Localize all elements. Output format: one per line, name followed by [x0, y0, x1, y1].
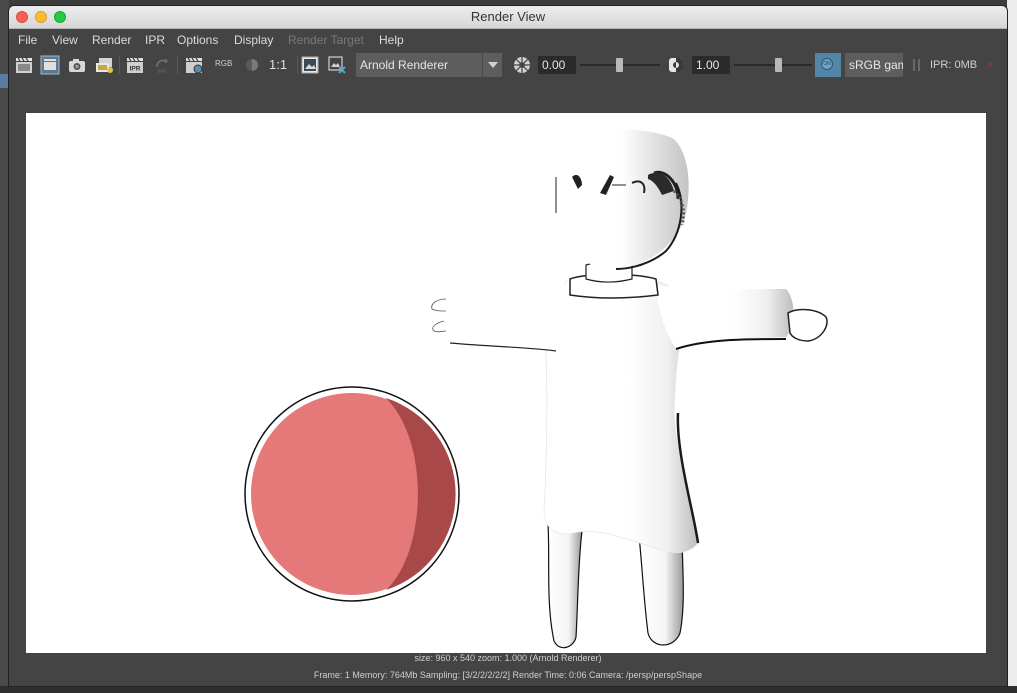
- stop-ipr-icon[interactable]: ✕: [985, 59, 997, 71]
- sphere-object: [244, 386, 460, 602]
- renderer-dropdown-value: Arnold Renderer: [360, 58, 449, 72]
- desktop-selection-accent: [0, 74, 9, 88]
- render-sequence-icon[interactable]: [94, 55, 114, 75]
- gamma-slider-handle[interactable]: [775, 58, 782, 72]
- color-management-icon[interactable]: ON: [815, 53, 841, 77]
- ipr-memory-label: IPR: 0MB: [930, 59, 978, 71]
- gamma-slider-track[interactable]: [734, 64, 812, 66]
- chevron-down-icon[interactable]: [482, 53, 502, 77]
- exposure-slider-handle[interactable]: [616, 58, 623, 72]
- render-toolbar: IPR IPR RGB 1:1 Arnold Renderer 0.00 1.0…: [9, 51, 1007, 79]
- real-size-button[interactable]: 1:1: [269, 57, 287, 72]
- menu-view[interactable]: View: [52, 29, 78, 51]
- desktop-background-right: [1007, 0, 1017, 693]
- character-figure: [431, 129, 828, 649]
- alpha-channel-icon[interactable]: [242, 55, 262, 75]
- exposure-icon[interactable]: [512, 55, 532, 75]
- render-stats-status: Frame: 1 Memory: 764Mb Sampling: [3/2/2/…: [313, 670, 703, 680]
- pause-ipr-icon[interactable]: [913, 59, 921, 71]
- title-bar[interactable]: Render View: [9, 6, 1007, 29]
- refresh-ipr-icon[interactable]: IPR: [152, 55, 172, 75]
- svg-text:IPR: IPR: [130, 66, 141, 73]
- toolbar-separator: [297, 56, 298, 74]
- rendered-image: [26, 113, 986, 653]
- menu-display[interactable]: Display: [234, 29, 273, 51]
- toolbar-separator: [177, 56, 178, 74]
- gamma-field[interactable]: 1.00: [692, 56, 730, 74]
- svg-text:IPR: IPR: [158, 69, 167, 75]
- snapshot-icon[interactable]: [67, 55, 87, 75]
- renderer-dropdown[interactable]: Arnold Renderer: [356, 53, 502, 77]
- desktop-background-bottom: [0, 686, 1017, 693]
- menu-ipr[interactable]: IPR: [145, 29, 165, 51]
- menu-file[interactable]: File: [18, 29, 37, 51]
- menu-render[interactable]: Render: [92, 29, 131, 51]
- view-transform-dropdown[interactable]: sRGB gamma: [845, 53, 903, 77]
- menu-options[interactable]: Options: [177, 29, 218, 51]
- ipr-render-icon[interactable]: IPR: [125, 55, 145, 75]
- toolbar-separator: [119, 56, 120, 74]
- render-region-icon[interactable]: [184, 55, 204, 75]
- render-frame-icon[interactable]: [14, 55, 34, 75]
- window-title: Render View: [470, 9, 546, 24]
- keep-image-icon[interactable]: [300, 55, 320, 75]
- color-management-on-indicator: ON: [821, 58, 833, 70]
- menu-help[interactable]: Help: [379, 29, 404, 51]
- render-viewport[interactable]: [9, 80, 1007, 653]
- image-info-status: size: 960 x 540 zoom: 1.000 (Arnold Rend…: [414, 653, 602, 663]
- menu-bar: File View Render IPR Options Display Ren…: [9, 29, 1007, 51]
- redo-render-icon[interactable]: [40, 55, 60, 75]
- exposure-field[interactable]: 0.00: [538, 56, 576, 74]
- rgb-channel-icon[interactable]: RGB: [215, 59, 232, 68]
- remove-image-icon[interactable]: [327, 55, 347, 75]
- gamma-icon[interactable]: [666, 55, 686, 75]
- render-view-window: Render View File View Render IPR Options…: [9, 6, 1007, 686]
- menu-render-target[interactable]: Render Target: [288, 29, 364, 51]
- desktop-background-left: [0, 0, 9, 693]
